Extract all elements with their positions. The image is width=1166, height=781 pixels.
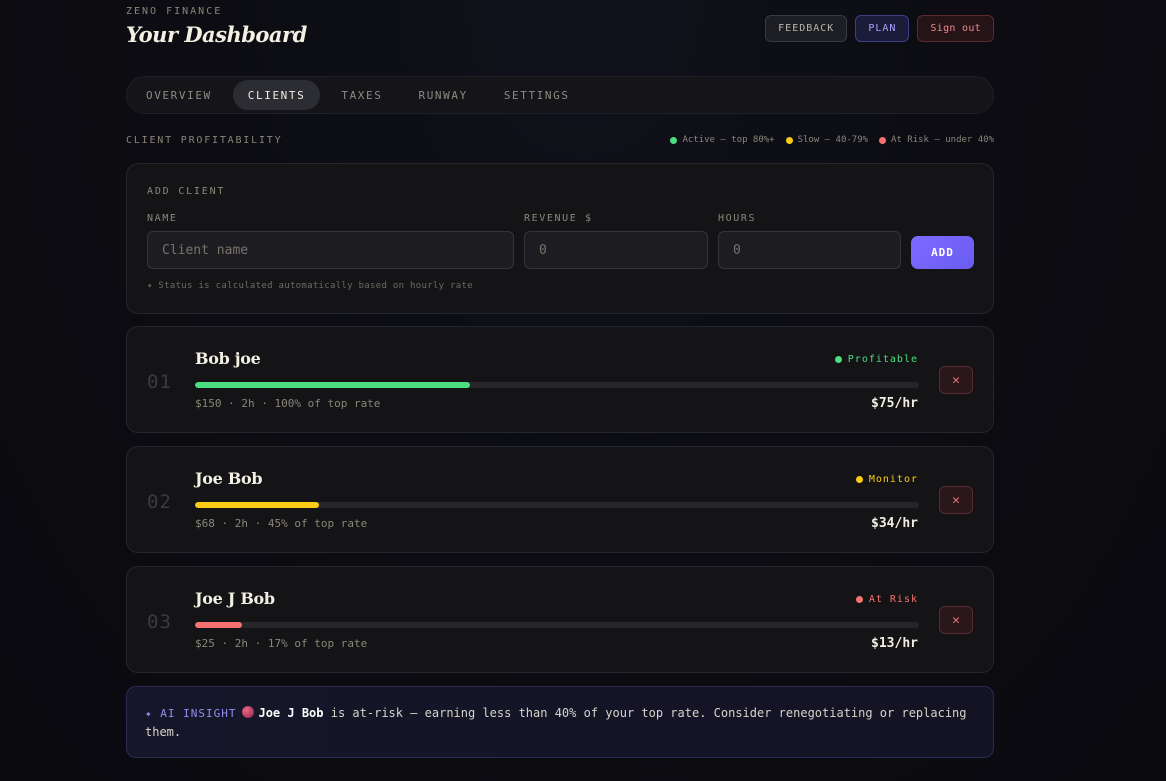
sign-out-button[interactable]: Sign out: [917, 15, 994, 42]
client-number: 02: [147, 491, 172, 513]
legend-label: Slow — 40-79%: [797, 135, 869, 145]
section-title: CLIENT PROFITABILITY: [126, 135, 283, 146]
brand-name: ZENO FINANCE: [126, 6, 223, 17]
hours-input[interactable]: [718, 231, 901, 269]
revenue-label: REVENUE $: [524, 213, 593, 224]
tab-settings[interactable]: SETTINGS: [489, 80, 585, 110]
page-title: Your Dashboard: [126, 22, 307, 47]
rate-progress-track: [195, 382, 919, 388]
delete-client-button[interactable]: ✕: [939, 486, 973, 514]
legend-item-at-risk: At Risk — under 40%: [879, 135, 994, 145]
ai-insight-banner: ✦ AI INSIGHT Joe J Bob is at-risk — earni…: [126, 686, 994, 758]
tab-bar: OVERVIEW CLIENTS TAXES RUNWAY SETTINGS: [126, 76, 994, 114]
header-actions: FEEDBACK PLAN Sign out: [765, 15, 994, 42]
close-icon: ✕: [952, 612, 960, 628]
close-icon: ✕: [952, 372, 960, 388]
rate-progress-track: [195, 622, 919, 628]
legend-label: At Risk — under 40%: [891, 135, 994, 145]
plan-button[interactable]: PLAN: [855, 15, 910, 42]
tab-taxes[interactable]: TAXES: [326, 80, 397, 110]
status-label: At Risk: [868, 594, 918, 605]
yellow-dot-icon: [785, 136, 793, 144]
client-name-input[interactable]: [147, 231, 514, 269]
status-hint: ✦ Status is calculated automatically bas…: [147, 281, 473, 291]
client-row: 02 Joe Bob Monitor $68 · 2h · 45% of top…: [126, 446, 994, 553]
delete-client-button[interactable]: ✕: [939, 366, 973, 394]
rate-progress-fill: [195, 502, 319, 508]
client-meta: $25 · 2h · 17% of top rate: [195, 637, 368, 650]
status-label: Monitor: [868, 474, 918, 485]
client-meta: $68 · 2h · 45% of top rate: [195, 517, 368, 530]
client-meta: $150 · 2h · 100% of top rate: [195, 397, 381, 410]
delete-client-button[interactable]: ✕: [939, 606, 973, 634]
add-client-title: ADD CLIENT: [147, 186, 226, 197]
legend-item-slow: Slow — 40-79%: [785, 135, 869, 145]
status-badge: Profitable: [834, 354, 918, 365]
ai-insight-tag: ✦ AI INSIGHT: [145, 707, 237, 720]
status-dot-icon: [855, 596, 863, 603]
add-client-card: ADD CLIENT NAME REVENUE $ HOURS ADD ✦ St…: [126, 163, 994, 314]
insight-client-name: Joe J Bob: [258, 706, 324, 720]
hourly-rate: $34/hr: [871, 516, 918, 531]
client-name: Joe J Bob: [195, 589, 275, 608]
hourly-rate: $75/hr: [871, 396, 918, 411]
rate-progress-fill: [195, 382, 471, 388]
status-badge: At Risk: [855, 594, 918, 605]
rate-progress-track: [195, 502, 919, 508]
client-row: 03 Joe J Bob At Risk $25 · 2h · 17% of t…: [126, 566, 994, 673]
rate-progress-fill: [195, 622, 242, 628]
hourly-rate: $13/hr: [871, 636, 918, 651]
risk-orb-icon: [242, 706, 255, 718]
legend-label: Active — top 80%+: [682, 135, 775, 145]
name-label: NAME: [147, 213, 178, 224]
client-number: 03: [147, 611, 172, 633]
red-dot-icon: [879, 136, 887, 144]
status-dot-icon: [834, 356, 842, 363]
close-icon: ✕: [952, 492, 960, 508]
tab-runway[interactable]: RUNWAY: [403, 80, 482, 110]
status-badge: Monitor: [855, 474, 918, 485]
status-legend: Active — top 80%+ Slow — 40-79% At Risk …: [670, 135, 994, 145]
tab-clients[interactable]: CLIENTS: [232, 80, 321, 110]
client-number: 01: [147, 371, 172, 393]
hours-label: HOURS: [718, 213, 757, 224]
feedback-button[interactable]: FEEDBACK: [765, 15, 848, 42]
client-name: Bob joe: [195, 349, 261, 368]
legend-item-active: Active — top 80%+: [670, 135, 775, 145]
client-row: 01 Bob joe Profitable $150 · 2h · 100% o…: [126, 326, 994, 433]
status-label: Profitable: [847, 354, 918, 365]
add-client-button[interactable]: ADD: [911, 236, 974, 269]
revenue-input[interactable]: [524, 231, 708, 269]
client-name: Joe Bob: [195, 469, 263, 488]
status-dot-icon: [855, 476, 863, 483]
green-dot-icon: [670, 136, 678, 144]
tab-overview[interactable]: OVERVIEW: [131, 80, 227, 110]
